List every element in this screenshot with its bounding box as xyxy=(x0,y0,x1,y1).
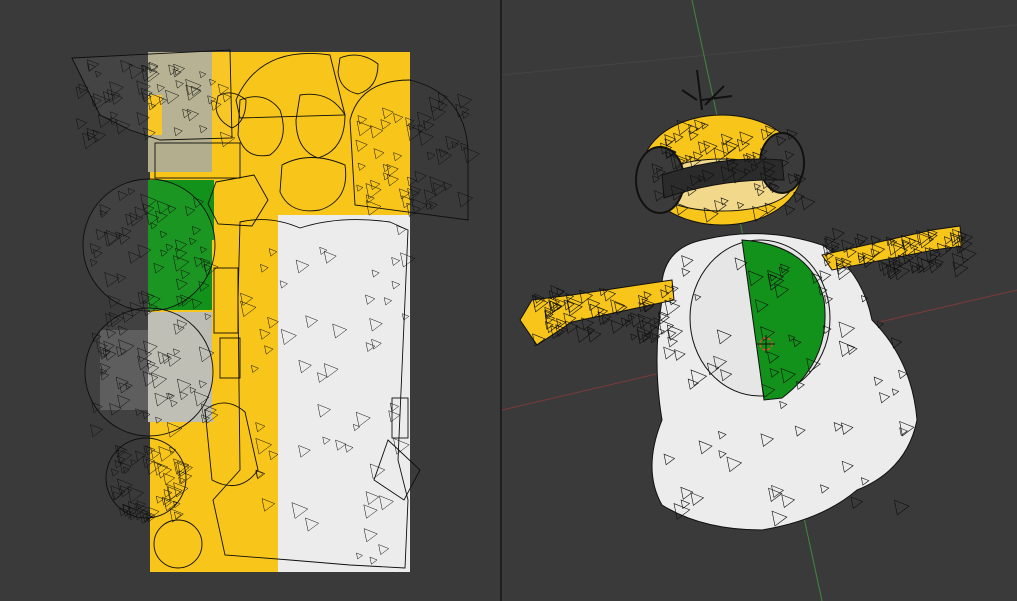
3d-viewport[interactable]: 3d-viewport-icon xyxy=(502,0,1017,601)
uv-image-editor[interactable]: uv-image-icon xyxy=(0,0,500,601)
grid-line xyxy=(502,24,1017,76)
uv-layout-canvas[interactable] xyxy=(0,0,500,601)
viewport-canvas[interactable] xyxy=(502,0,1017,601)
